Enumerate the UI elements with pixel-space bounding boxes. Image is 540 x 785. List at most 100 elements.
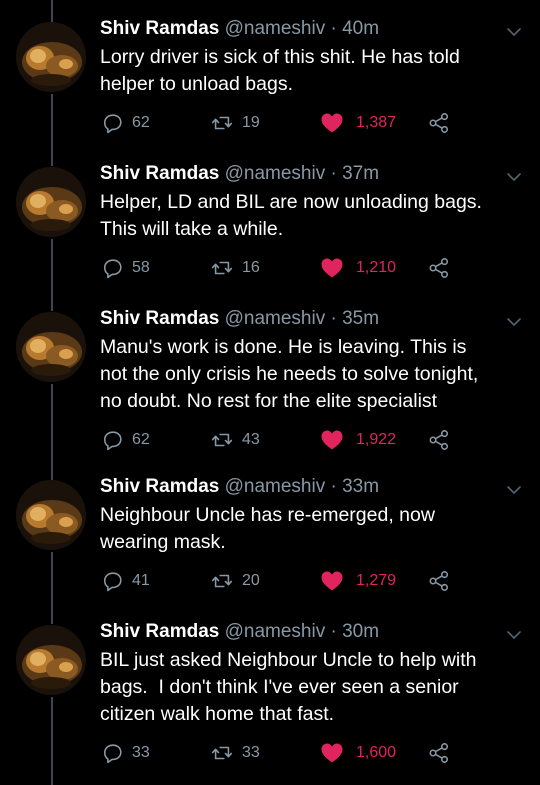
display-name[interactable]: Shiv Ramdas	[100, 308, 219, 329]
retweet-count: 33	[242, 744, 260, 761]
retweet-button[interactable]: 43	[210, 427, 260, 453]
thread-line	[51, 94, 53, 166]
reply-button[interactable]: 58	[102, 255, 150, 281]
tweet-actions: 58 16 1,210	[100, 255, 540, 281]
avatar[interactable]	[16, 480, 86, 550]
retweet-icon	[211, 261, 233, 275]
chevron-down-icon[interactable]	[506, 26, 522, 38]
thread-line	[51, 384, 53, 480]
share-button[interactable]	[428, 255, 450, 281]
avatar[interactable]	[16, 625, 86, 695]
display-name[interactable]: Shiv Ramdas	[100, 621, 219, 642]
user-handle[interactable]: @nameshiv	[225, 163, 326, 184]
tweet-text-line: Neighbour Uncle has re-emerged, now	[100, 504, 435, 526]
like-count: 1,600	[356, 744, 397, 761]
like-button[interactable]: 1,279	[320, 568, 396, 594]
tweet-header: Shiv Ramdas @nameshiv · 30m	[100, 619, 379, 645]
share-button[interactable]	[428, 110, 450, 136]
like-button[interactable]: 1,210	[320, 255, 396, 281]
timestamp[interactable]: 33m	[342, 476, 379, 497]
tweet-text-line: Helper, LD and BIL are now unloading bag…	[100, 191, 482, 213]
thread-line	[51, 697, 53, 785]
tweet-text-line: Lorry driver is sick of this shit. He ha…	[100, 46, 460, 68]
tweet-text-line: BIL just asked Neighbour Uncle to help w…	[100, 649, 477, 671]
chevron-down-icon[interactable]	[506, 171, 522, 183]
share-button[interactable]	[428, 427, 450, 453]
reply-icon	[103, 431, 122, 451]
tweet-text-line: wearing mask.	[100, 531, 226, 553]
avatar[interactable]	[16, 312, 86, 382]
tweet-text: Helper, LD and BIL are now unloading bag…	[100, 189, 525, 243]
heart-icon	[321, 743, 343, 763]
chevron-down-icon[interactable]	[506, 316, 522, 328]
like-button[interactable]: 1,600	[320, 740, 396, 766]
reply-button[interactable]: 41	[102, 568, 150, 594]
share-icon	[429, 571, 449, 591]
chevron-down-icon[interactable]	[506, 629, 522, 641]
retweet-button[interactable]: 19	[210, 110, 260, 136]
tweet-text-line: bags. I don't think I've ever seen a sen…	[100, 676, 459, 698]
retweet-button[interactable]: 20	[210, 568, 260, 594]
display-name[interactable]: Shiv Ramdas	[100, 18, 219, 39]
display-name[interactable]: Shiv Ramdas	[100, 476, 219, 497]
timestamp[interactable]: 35m	[342, 308, 379, 329]
reply-count: 33	[132, 744, 150, 761]
retweet-icon	[211, 574, 233, 588]
reply-button[interactable]: 62	[102, 110, 150, 136]
tweet-text: BIL just asked Neighbour Uncle to help w…	[100, 647, 525, 728]
share-icon	[429, 113, 449, 133]
timestamp[interactable]: 40m	[342, 18, 379, 39]
reply-icon	[103, 572, 122, 592]
reply-count: 41	[132, 572, 150, 589]
tweet-text: Neighbour Uncle has re-emerged, now weari…	[100, 502, 525, 556]
avatar-image	[16, 167, 86, 237]
retweet-count: 43	[242, 431, 260, 448]
reply-button[interactable]: 33	[102, 740, 150, 766]
like-count: 1,387	[356, 114, 397, 131]
tweet-text-line: Manu's work is done. He is leaving. This…	[100, 336, 467, 358]
reply-icon	[103, 114, 122, 134]
tweet-actions: 33 33 1,600	[100, 740, 540, 766]
separator-dot: ·	[330, 476, 337, 497]
thread-line	[51, 239, 53, 311]
share-button[interactable]	[428, 740, 450, 766]
timestamp[interactable]: 30m	[342, 621, 379, 642]
separator-dot: ·	[330, 621, 337, 642]
retweet-button[interactable]: 16	[210, 255, 260, 281]
avatar-image	[16, 625, 86, 695]
tweet-actions: 62 43 1,922	[100, 427, 540, 453]
user-handle[interactable]: @nameshiv	[225, 476, 326, 497]
avatar-image	[16, 22, 86, 92]
chevron-down-icon[interactable]	[506, 484, 522, 496]
like-count: 1,210	[356, 259, 397, 276]
like-button[interactable]: 1,922	[320, 427, 396, 453]
tweet-header: Shiv Ramdas @nameshiv · 35m	[100, 306, 379, 332]
share-icon	[429, 258, 449, 278]
heart-icon	[321, 571, 343, 591]
like-count: 1,279	[356, 572, 397, 589]
display-name[interactable]: Shiv Ramdas	[100, 163, 219, 184]
retweet-button[interactable]: 33	[210, 740, 260, 766]
tweet-text-line: helper to unload bags.	[100, 73, 293, 95]
avatar-image	[16, 480, 86, 550]
user-handle[interactable]: @nameshiv	[225, 621, 326, 642]
avatar[interactable]	[16, 167, 86, 237]
separator-dot: ·	[330, 18, 337, 39]
tweet-text: Manu's work is done. He is leaving. This…	[100, 334, 525, 415]
user-handle[interactable]: @nameshiv	[225, 308, 326, 329]
user-handle[interactable]: @nameshiv	[225, 18, 326, 39]
avatar[interactable]	[16, 22, 86, 92]
tweet-header: Shiv Ramdas @nameshiv · 33m	[100, 474, 379, 500]
share-button[interactable]	[428, 568, 450, 594]
share-icon	[429, 743, 449, 763]
reply-button[interactable]: 62	[102, 427, 150, 453]
tweet-header: Shiv Ramdas @nameshiv · 37m	[100, 161, 379, 187]
reply-icon	[103, 744, 122, 764]
heart-icon	[321, 430, 343, 450]
separator-dot: ·	[330, 163, 337, 184]
tweet-text-line: not the only crisis he needs to solve to…	[100, 363, 479, 385]
like-button[interactable]: 1,387	[320, 110, 396, 136]
separator-dot: ·	[330, 308, 337, 329]
timestamp[interactable]: 37m	[342, 163, 379, 184]
thread-line	[51, 0, 53, 24]
